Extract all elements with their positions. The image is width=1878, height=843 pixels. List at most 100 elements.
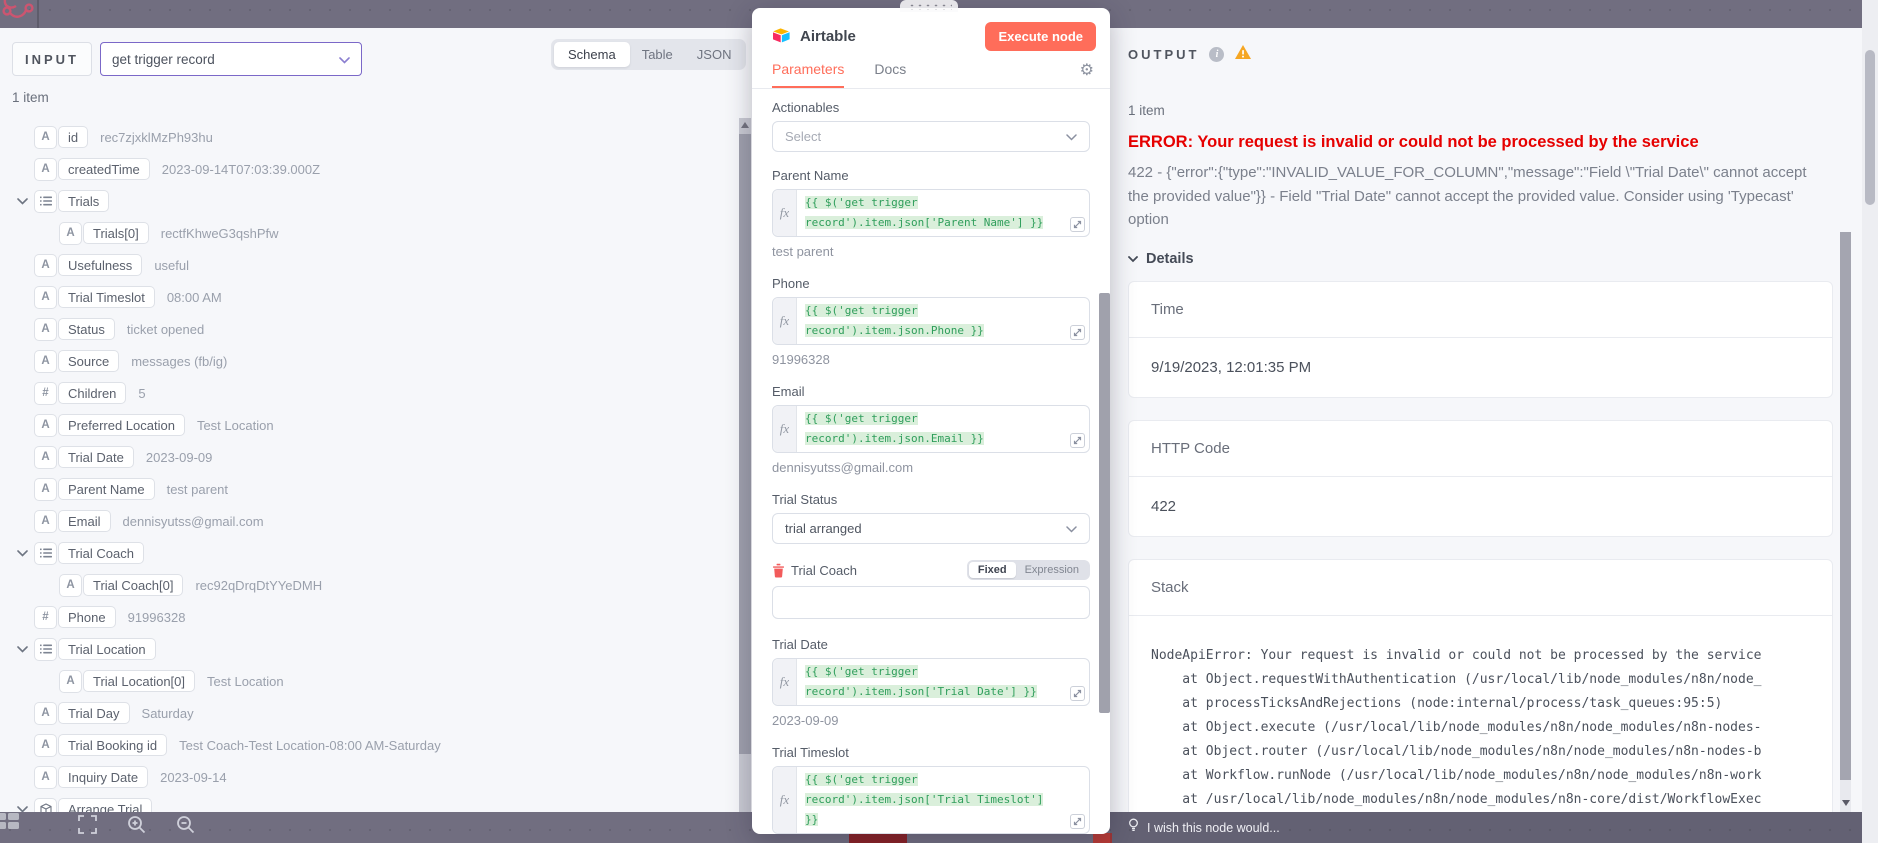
chevron-down-icon[interactable]	[14, 645, 30, 653]
warning-icon[interactable]	[1234, 44, 1252, 65]
param-input[interactable]	[772, 586, 1090, 619]
expand-expression-icon[interactable]	[1070, 325, 1085, 340]
tree-row[interactable]: A Trial Booking id Test Coach-Test Locatio…	[14, 734, 736, 756]
string-type-icon: A	[35, 766, 56, 788]
panel-drag-handle[interactable]	[900, 0, 958, 12]
execute-node-button[interactable]: Execute node	[985, 21, 1096, 51]
view-tab-schema[interactable]: Schema	[554, 42, 630, 67]
tree-row[interactable]: Arrange Trial	[14, 798, 736, 812]
tree-row[interactable]: Trials	[14, 190, 736, 212]
tree-key[interactable]: Trials	[59, 191, 109, 211]
tree-key[interactable]: createdTime	[59, 159, 149, 179]
tab-docs[interactable]: Docs	[874, 61, 906, 86]
tree-key[interactable]: Trial Location	[59, 639, 155, 659]
expression-field[interactable]: fx{{ $('get trigger record').item.json['…	[772, 766, 1090, 834]
tree-row[interactable]: # Children 5	[14, 382, 736, 404]
toggle-option-expression[interactable]: Expression	[1016, 562, 1088, 578]
tree-key[interactable]: Arrange Trial	[59, 799, 152, 812]
tree-row[interactable]: A Usefulness useful	[14, 254, 736, 276]
tree-key[interactable]: Inquiry Date	[59, 767, 148, 787]
scrollbar-thumb[interactable]	[1840, 232, 1851, 780]
tree-key[interactable]: Trial Day	[59, 703, 129, 723]
chevron-down-icon[interactable]	[14, 805, 30, 812]
tree-key[interactable]: Trial Location[0]	[84, 671, 195, 691]
param-label-row: Trial Coach Fixed Expression	[772, 560, 1090, 580]
zoom-out-button[interactable]	[176, 815, 195, 834]
tree-row[interactable]: A Preferred Location Test Location	[14, 414, 736, 436]
tree-row[interactable]: A Trial Timeslot 08:00 AM	[14, 286, 736, 308]
tree-key[interactable]: Preferred Location	[59, 415, 184, 435]
tree-key[interactable]: Trial Date	[59, 447, 133, 467]
view-tab-json[interactable]: JSON	[685, 42, 744, 67]
output-panel-scrollbar[interactable]	[1840, 232, 1851, 812]
chevron-down-icon[interactable]	[14, 549, 30, 557]
tree-key[interactable]: Trial Timeslot	[59, 287, 154, 307]
tree-key[interactable]: Phone	[59, 607, 115, 627]
expand-expression-icon[interactable]	[1070, 217, 1085, 232]
expand-expression-icon[interactable]	[1070, 433, 1085, 448]
scrollbar-thumb[interactable]	[1865, 50, 1875, 205]
expand-expression-icon[interactable]	[1070, 814, 1085, 829]
tree-key[interactable]: Usefulness	[59, 255, 142, 275]
tree-key[interactable]: Trials[0]	[84, 223, 148, 243]
toggle-option-fixed[interactable]: Fixed	[968, 562, 1016, 578]
fixed-expression-toggle[interactable]: Fixed Expression	[966, 560, 1090, 580]
expression-field[interactable]: fx{{ $('get trigger record').item.json['…	[772, 658, 1090, 706]
scroll-up-arrow-icon[interactable]	[741, 122, 749, 128]
tree-row[interactable]: A Trial Day Saturday	[14, 702, 736, 724]
number-type-icon: #	[35, 382, 56, 404]
param-select[interactable]: trial arranged	[772, 513, 1090, 544]
tree-row[interactable]: # Phone 91996328	[14, 606, 736, 628]
n8n-node-detail-view: INPUT get trigger record Schema Table JSON…	[0, 0, 1878, 843]
resolved-value: 2023-09-09	[772, 713, 839, 728]
expand-expression-icon[interactable]	[1070, 686, 1085, 701]
browser-scrollbar[interactable]	[1862, 0, 1878, 843]
view-tab-table[interactable]: Table	[630, 42, 685, 67]
tree-row[interactable]: A Status ticket opened	[14, 318, 736, 340]
tree-key[interactable]: Trial Coach	[59, 543, 143, 563]
tree-row[interactable]: A Email dennisyutss@gmail.com	[14, 510, 736, 532]
scrollbar-thumb[interactable]	[739, 134, 751, 754]
tree-row[interactable]: A Trial Location[0] Test Location	[14, 670, 736, 692]
tree-row[interactable]: A Trial Date 2023-09-09	[14, 446, 736, 468]
gear-icon[interactable]: ⚙	[1080, 61, 1094, 79]
tree-row[interactable]: Trial Coach	[14, 542, 736, 564]
tree-row[interactable]: A Source messages (fb/ig)	[14, 350, 736, 372]
canvas-node-fragment-icon	[0, 0, 40, 31]
string-type-icon: A	[35, 158, 56, 180]
tree-key[interactable]: Status	[59, 319, 114, 339]
info-icon[interactable]: i	[1209, 47, 1225, 62]
tree-key[interactable]: Trial Coach[0]	[84, 575, 183, 595]
param-select[interactable]: Select	[772, 121, 1090, 152]
tree-row[interactable]: Aid rec7zjxklMzPh93hu	[14, 126, 736, 148]
tree-key[interactable]: Children	[59, 383, 126, 403]
tree-row[interactable]: AcreatedTime 2023-09-14T07:03:39.000Z	[14, 158, 736, 180]
trash-icon[interactable]	[772, 563, 785, 578]
fit-view-button[interactable]	[78, 815, 97, 834]
tree-value: 2023-09-14T07:03:39.000Z	[161, 161, 321, 177]
tree-row[interactable]: A Trials[0] rectfKhweG3qshPfw	[14, 222, 736, 244]
input-panel-scrollbar[interactable]	[739, 118, 751, 812]
tree-row[interactable]: A Inquiry Date 2023-09-14	[14, 766, 736, 788]
tree-row[interactable]: A Trial Coach[0] rec92qDrqDtYYeDMH	[14, 574, 736, 596]
tree-key[interactable]: Trial Booking id	[59, 735, 167, 755]
chevron-down-icon[interactable]	[14, 197, 30, 205]
tree-key[interactable]: Email	[59, 511, 110, 531]
details-toggle[interactable]: Details	[1128, 251, 1833, 267]
node-panel-scrollbar[interactable]	[1099, 293, 1110, 713]
tree-key[interactable]: id	[59, 127, 88, 147]
tree-key[interactable]: Source	[59, 351, 119, 371]
scroll-down-arrow-icon[interactable]	[1841, 800, 1850, 806]
tree-row[interactable]: A Parent Name test parent	[14, 478, 736, 500]
tree-row[interactable]: Trial Location	[14, 638, 736, 660]
tree-key[interactable]: Parent Name	[59, 479, 154, 499]
tab-parameters[interactable]: Parameters	[772, 61, 845, 88]
input-source-select[interactable]: get trigger record	[100, 42, 362, 76]
zoom-in-button[interactable]	[127, 815, 146, 834]
expression-field[interactable]: fx{{ $('get trigger record').item.json['…	[772, 189, 1090, 237]
node-feedback-bar[interactable]: I wish this node would...	[1110, 812, 1862, 843]
expression-field[interactable]: fx{{ $('get trigger record').item.json.E…	[772, 405, 1090, 453]
fx-icon: fx	[773, 406, 797, 452]
expression-field[interactable]: fx{{ $('get trigger record').item.json.P…	[772, 297, 1090, 345]
list-type-icon	[35, 638, 56, 660]
